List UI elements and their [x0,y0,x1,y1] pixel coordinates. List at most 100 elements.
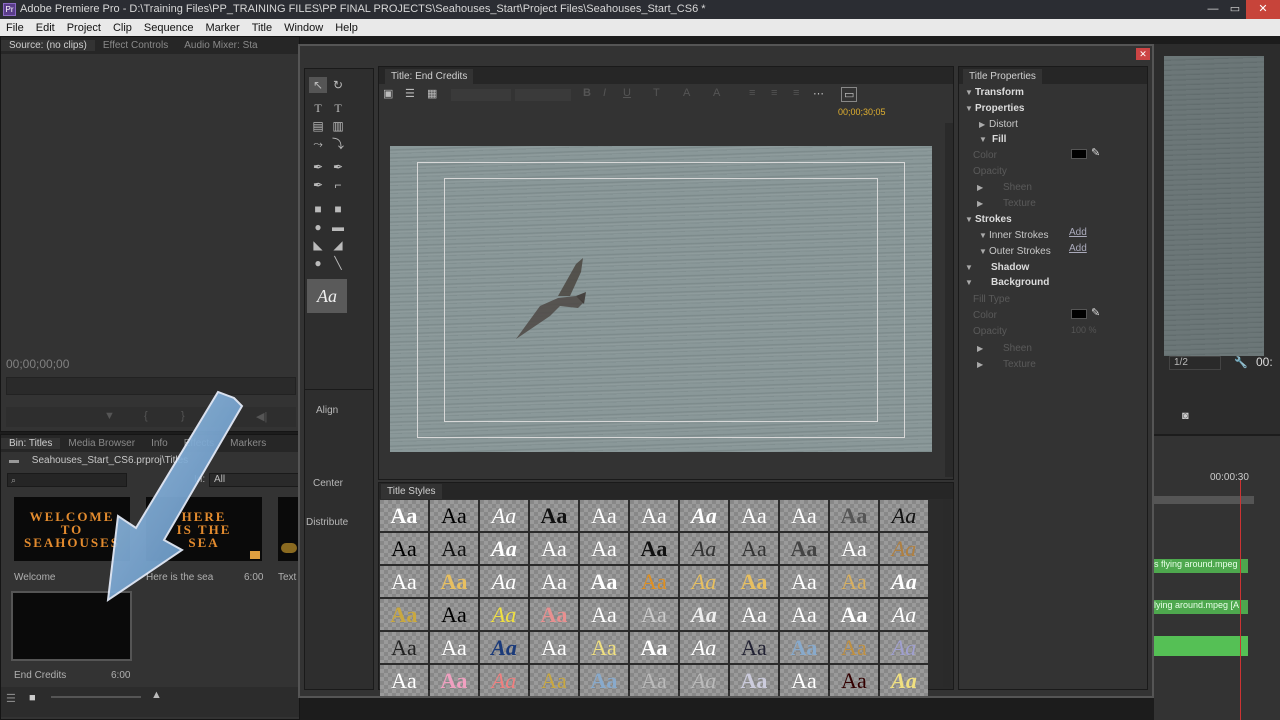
title-style-swatch[interactable]: Aa [480,632,528,663]
expand-triangle-icon[interactable]: ▶ [977,360,983,369]
title-style-swatch[interactable]: Aa [430,566,478,597]
bin-item-text-thumb[interactable] [278,497,300,561]
add-anchor-point-tool-icon[interactable]: ✒ [329,159,347,175]
list-view-icon[interactable]: ☰ [6,692,16,705]
area-type-tool-icon[interactable]: ▤ [309,118,327,134]
background-opacity-value[interactable]: 100 % [1071,325,1097,335]
title-style-swatch[interactable]: Aa [830,599,878,630]
menu-edit[interactable]: Edit [30,22,61,34]
rounded-rectangle-tool-icon[interactable]: ▬ [329,219,347,235]
clipped-corner-rectangle-tool-icon[interactable]: ■ [329,201,347,217]
vertical-type-tool-icon[interactable]: T [329,100,347,116]
title-style-swatch[interactable]: Aa [730,599,778,630]
title-style-swatch[interactable]: Aa [480,500,528,531]
title-style-swatch[interactable]: Aa [830,632,878,663]
underline-icon[interactable]: U [623,87,631,99]
property-row-label[interactable]: Color [973,310,997,321]
title-style-swatch[interactable]: Aa [880,533,928,564]
minimize-button[interactable]: — [1202,0,1224,19]
leading-icon[interactable]: A [713,87,720,99]
background-eyedropper-icon[interactable]: ✎ [1091,306,1100,319]
title-window-close-button[interactable]: ✕ [1136,48,1150,60]
title-style-swatch[interactable]: Aa [680,632,728,663]
zoom-slider[interactable] [51,696,141,698]
bin-item-end-credits-label[interactable]: End Credits [14,670,66,681]
align-right-icon[interactable]: ≡ [793,87,799,99]
title-style-swatch[interactable]: Aa [880,500,928,531]
title-style-swatch[interactable]: Aa [630,632,678,663]
title-style-swatch[interactable]: Aa [680,500,728,531]
menu-title[interactable]: Title [246,22,278,34]
background-timecode[interactable]: 00;00;30;05 [838,107,886,117]
align-left-icon[interactable]: ≡ [749,87,755,99]
property-row-label[interactable]: Opacity [973,326,1007,337]
delete-anchor-point-tool-icon[interactable]: ✒ [309,177,327,193]
show-background-video-icon[interactable]: ▭ [841,87,858,102]
timeline-clip-video[interactable]: s flying around.mpeg [1154,559,1248,573]
title-style-swatch[interactable]: Aa [630,500,678,531]
menu-marker[interactable]: Marker [199,22,245,34]
title-style-swatch[interactable]: Aa [780,566,828,597]
property-row-label[interactable]: Fill [992,134,1006,145]
title-style-swatch[interactable]: Aa [830,665,878,696]
property-row-label[interactable]: Sheen [1003,182,1032,193]
rotation-tool-icon[interactable]: ↻ [329,77,347,93]
fill-color-swatch[interactable] [1071,149,1087,159]
title-style-swatch[interactable]: Aa [680,533,728,564]
title-style-swatch[interactable]: Aa [380,665,428,696]
title-style-swatch[interactable]: Aa [530,632,578,663]
maximize-button[interactable]: ▭ [1224,0,1246,19]
title-style-swatch[interactable]: Aa [630,665,678,696]
expand-triangle-icon[interactable]: ▶ [977,199,983,208]
property-row-label[interactable]: Sheen [1003,343,1032,354]
title-style-swatch[interactable]: Aa [780,599,828,630]
title-style-swatch[interactable]: Aa [430,500,478,531]
title-style-swatch[interactable]: Aa [530,566,578,597]
tab-audio-mixer[interactable]: Audio Mixer: Sta [176,40,265,51]
title-style-swatch[interactable]: Aa [880,599,928,630]
italic-icon[interactable]: I [603,87,606,99]
timeline-clip-audio-wave[interactable] [1154,636,1248,656]
title-style-swatch[interactable]: Aa [480,599,528,630]
expand-triangle-icon[interactable]: ▼ [979,247,987,256]
title-style-swatch[interactable]: Aa [580,665,628,696]
fill-eyedropper-icon[interactable]: ✎ [1091,146,1100,159]
bin-item-welcome-label[interactable]: Welcome [14,572,56,583]
arc-tool-icon[interactable]: ◢ [329,237,347,253]
align-center-icon[interactable]: ≡ [771,87,777,99]
tab-title-styles[interactable]: Title Styles [381,484,442,499]
expand-triangle-icon[interactable]: ▼ [965,104,973,113]
title-style-swatch[interactable]: Aa [380,632,428,663]
expand-triangle-icon[interactable]: ▼ [979,231,987,240]
expand-triangle-icon[interactable]: ▶ [979,120,985,129]
property-row-label[interactable]: Shadow [991,262,1029,273]
icon-view-icon[interactable]: ■ [29,692,36,704]
title-style-swatch[interactable]: Aa [880,632,928,663]
title-style-swatch[interactable]: Aa [630,533,678,564]
expand-triangle-icon[interactable]: ▶ [977,344,983,353]
title-style-swatch[interactable]: Aa [480,533,528,564]
title-style-swatch[interactable]: Aa [730,665,778,696]
property-row-label[interactable]: Background [991,277,1049,288]
expand-triangle-icon[interactable]: ▼ [965,215,973,224]
pen-tool-icon[interactable]: ✒ [309,159,327,175]
title-style-swatch[interactable]: Aa [380,566,428,597]
expand-triangle-icon[interactable]: ▼ [965,88,973,97]
timeline-work-area[interactable] [1154,496,1254,504]
font-family-select[interactable] [451,89,511,101]
designer-vertical-scrollbar[interactable] [945,123,953,477]
title-style-swatch[interactable]: Aa [430,533,478,564]
property-row-label[interactable]: Strokes [975,214,1012,225]
title-style-swatch[interactable]: Aa [530,533,578,564]
vertical-area-type-tool-icon[interactable]: ▥ [329,118,347,134]
line-tool-icon[interactable]: ╲ [329,255,347,271]
title-style-swatch[interactable]: Aa [780,533,828,564]
tab-stops-icon[interactable]: ⋯ [813,87,824,100]
tab-title-end-credits[interactable]: Title: End Credits [385,69,474,84]
new-title-icon[interactable]: ▣ [383,87,393,100]
tab-title-properties[interactable]: Title Properties [963,69,1042,84]
inner-strokes-add-link[interactable]: Add [1069,227,1087,238]
path-type-tool-icon[interactable]: ⤳ [309,136,327,152]
title-style-swatch[interactable]: Aa [530,599,578,630]
menu-project[interactable]: Project [61,22,107,34]
